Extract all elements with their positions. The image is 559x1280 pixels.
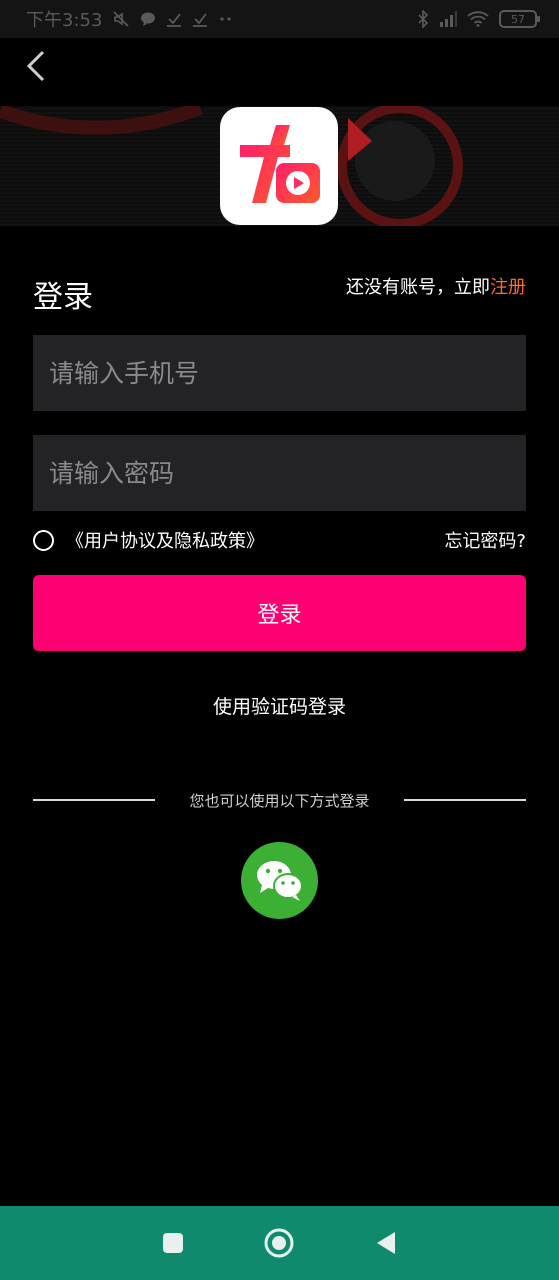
agreement-row: 《用户协议及隐私政策》 忘记密码? — [33, 526, 526, 554]
system-navbar — [0, 1206, 559, 1280]
back-icon — [26, 50, 45, 82]
app-logo — [220, 107, 338, 225]
wechat-icon — [256, 860, 303, 901]
status-left: 下午3:53 — [26, 6, 236, 32]
register-prompt-text: 还没有账号，立即 — [346, 277, 490, 298]
recents-button[interactable] — [151, 1221, 195, 1265]
back-nav-button[interactable] — [364, 1221, 408, 1265]
battery-level: 57 — [511, 12, 525, 26]
forgot-password-link[interactable]: 忘记密码? — [444, 527, 526, 553]
divider-line-right — [403, 799, 526, 801]
signal-icon — [439, 11, 457, 27]
password-input[interactable] — [33, 435, 526, 511]
login-button[interactable]: 登录 — [33, 575, 526, 651]
agreement-left: 《用户协议及隐私政策》 — [33, 527, 264, 553]
status-time: 下午3:53 — [26, 10, 103, 31]
more-dots-icon — [218, 16, 236, 22]
page-title: 登录 — [33, 280, 93, 315]
divider-line-left — [33, 799, 155, 801]
download-icon — [166, 11, 182, 27]
alt-login-divider: 您也可以使用以下方式登录 — [33, 789, 526, 811]
agreement-checkbox[interactable] — [33, 529, 54, 551]
home-button[interactable] — [257, 1221, 301, 1265]
download-icon-2 — [192, 11, 208, 27]
battery-icon: 57 — [499, 10, 540, 28]
back-nav-icon — [376, 1232, 395, 1254]
register-link[interactable]: 注册 — [490, 277, 526, 298]
register-prompt: 还没有账号，立即注册 — [346, 273, 526, 299]
status-bar: 下午3:53 57 — [0, 0, 559, 38]
top-nav — [0, 38, 559, 106]
back-button[interactable] — [14, 44, 58, 88]
status-right: 57 — [417, 10, 540, 28]
wechat-login-button[interactable] — [241, 842, 318, 919]
agreement-link[interactable]: 《用户协议及隐私政策》 — [66, 527, 264, 553]
sms-login-link[interactable]: 使用验证码登录 — [0, 692, 559, 719]
home-nav-icon — [264, 1228, 294, 1258]
square-nav-icon — [163, 1233, 184, 1253]
bluetooth-icon — [417, 10, 429, 28]
message-icon — [140, 11, 156, 27]
mute-icon — [112, 10, 130, 28]
wifi-icon — [467, 11, 489, 27]
divider-text: 您也可以使用以下方式登录 — [189, 791, 370, 810]
phone-input[interactable] — [33, 335, 526, 411]
